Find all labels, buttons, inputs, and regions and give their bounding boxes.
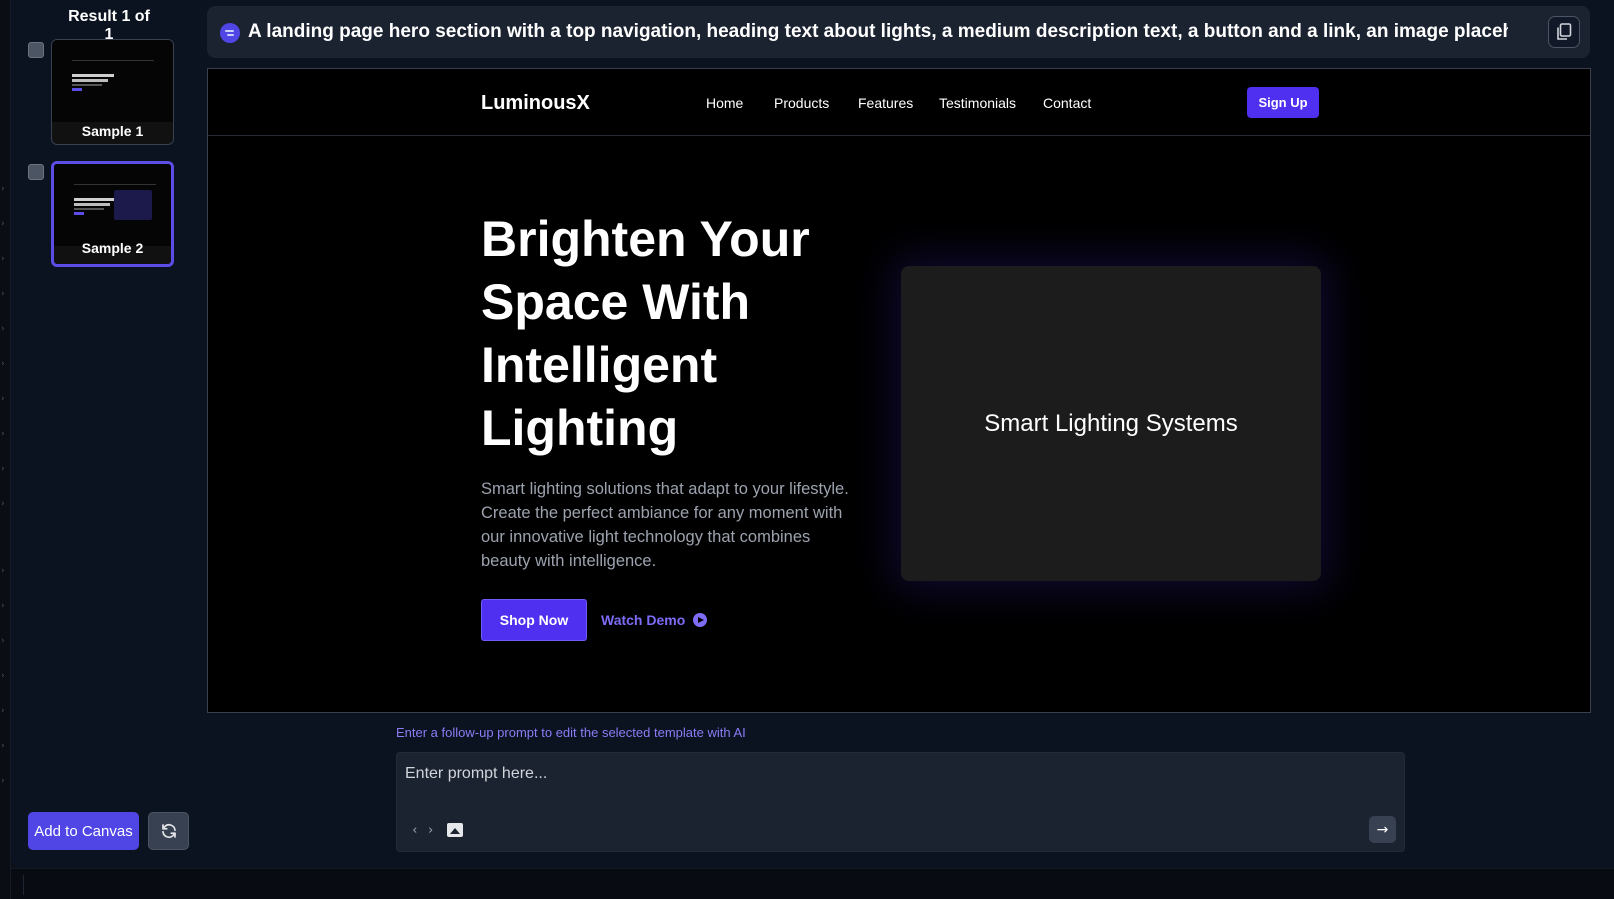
site-navigation: LuminousX Home Products Features Testimo…	[208, 69, 1590, 136]
followup-instruction: Enter a follow-up prompt to edit the sel…	[396, 725, 746, 740]
sample-checkbox[interactable]	[28, 42, 44, 58]
image-placeholder-label: Smart Lighting Systems	[984, 409, 1238, 437]
copy-icon	[1557, 23, 1572, 40]
template-preview: LuminousX Home Products Features Testimo…	[207, 68, 1591, 713]
code-icon[interactable]: ‹ ›	[411, 823, 434, 838]
nav-link-home[interactable]: Home	[706, 95, 743, 111]
hero-heading-line: Space With	[481, 274, 751, 330]
arrow-right-icon: →	[1376, 821, 1389, 838]
chevron-right-icon[interactable]: ›	[1, 671, 9, 681]
image-icon[interactable]	[447, 823, 463, 837]
sample-thumbnail	[52, 40, 173, 122]
chevron-right-icon[interactable]: ›	[1, 184, 9, 194]
hero-heading-line: Intelligent	[481, 337, 718, 393]
hero-heading: Brighten Your Space With Intelligent Lig…	[481, 208, 861, 460]
ai-avatar-icon	[220, 23, 240, 43]
play-circle-icon	[693, 613, 708, 627]
image-placeholder: Smart Lighting Systems	[901, 266, 1321, 581]
sample-card-2[interactable]: Sample 2	[51, 161, 174, 267]
chevron-right-icon[interactable]: ›	[1, 601, 9, 611]
shop-now-button[interactable]: Shop Now	[481, 599, 587, 641]
hero-heading-line: Lighting	[481, 400, 679, 456]
watch-demo-label: Watch Demo	[601, 612, 686, 628]
brand-logo[interactable]: LuminousX	[481, 92, 590, 115]
chevron-right-icon[interactable]: ›	[1, 499, 9, 509]
chevron-right-icon[interactable]: ›	[1, 741, 9, 751]
nav-link-testimonials[interactable]: Testimonials	[939, 95, 1016, 111]
sample-checkbox[interactable]	[28, 164, 44, 180]
regenerate-button[interactable]	[148, 812, 189, 850]
chevron-right-icon[interactable]: ›	[1, 324, 9, 334]
chevron-right-icon[interactable]: ›	[1, 394, 9, 404]
nav-link-products[interactable]: Products	[774, 95, 829, 111]
chevron-right-icon[interactable]: ›	[1, 359, 9, 369]
prompt-summary-bar: A landing page hero section with a top n…	[207, 6, 1590, 58]
nav-link-contact[interactable]: Contact	[1043, 95, 1091, 111]
copy-button[interactable]	[1548, 16, 1580, 48]
nav-link-features[interactable]: Features	[858, 95, 913, 111]
watch-demo-link[interactable]: Watch Demo	[601, 612, 708, 628]
refresh-icon	[161, 824, 176, 838]
followup-prompt-input[interactable]	[405, 763, 1365, 785]
sample-card-1[interactable]: Sample 1	[51, 39, 174, 145]
chevron-right-icon[interactable]: ›	[1, 429, 9, 439]
chevron-right-icon[interactable]: ›	[1, 289, 9, 299]
send-button[interactable]: →	[1369, 816, 1396, 843]
sign-up-button[interactable]: Sign Up	[1247, 87, 1319, 118]
followup-prompt-box: ‹ › →	[396, 752, 1405, 852]
sample-label: Sample 2	[81, 240, 144, 256]
chevron-right-icon[interactable]: ›	[1, 776, 9, 786]
prompt-text: A landing page hero section with a top n…	[248, 21, 1508, 42]
hero-description: Smart lighting solutions that adapt to y…	[481, 480, 849, 570]
chevron-right-icon[interactable]: ›	[1, 706, 9, 716]
sample-label: Sample 1	[81, 123, 144, 139]
hero-heading-line: Brighten Your	[481, 211, 810, 267]
add-to-canvas-button[interactable]: Add to Canvas	[28, 812, 139, 850]
chevron-right-icon[interactable]: ›	[1, 219, 9, 229]
chevron-right-icon[interactable]: ›	[1, 254, 9, 264]
chevron-right-icon[interactable]: ›	[1, 566, 9, 576]
chevron-right-icon[interactable]: ›	[1, 464, 9, 474]
sample-thumbnail	[54, 164, 171, 246]
bottom-status-strip	[11, 868, 1614, 899]
chevron-right-icon[interactable]: ›	[1, 636, 9, 646]
left-gutter: › › › › › › › › › › › › › › › › ›	[0, 0, 11, 899]
